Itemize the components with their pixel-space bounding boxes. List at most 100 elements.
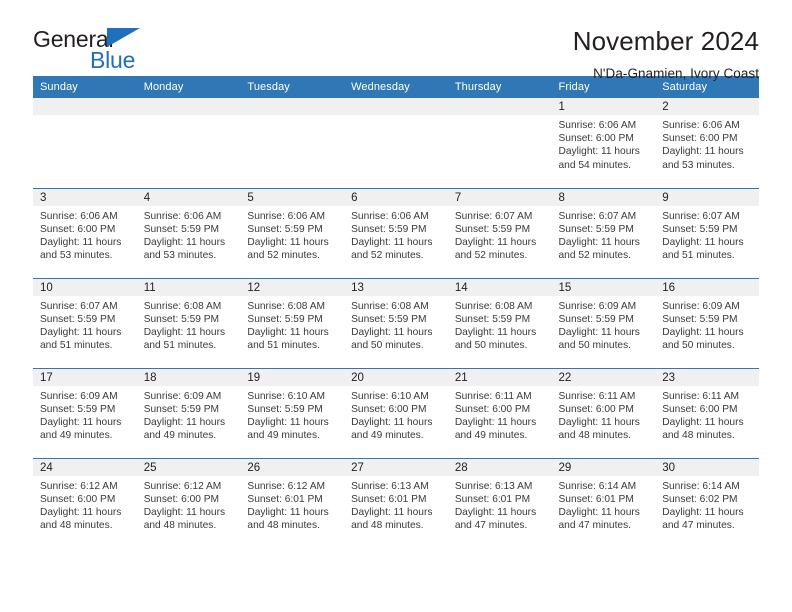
calendar-body: 1 Sunrise: 6:06 AM Sunset: 6:00 PM Daylight… [33,98,759,548]
calendar-day-cell[interactable]: 25 Sunrise: 6:12 AM Sunset: 6:00 PM Dayligh… [136,457,241,548]
calendar-day-cell[interactable]: 22 Sunrise: 6:11 AM Sunset: 6:00 PM Dayligh… [551,367,656,458]
daylight-duration-line2: and 49 minutes. [247,430,320,442]
calendar-day-cell[interactable]: 19 Sunrise: 6:10 AM Sunset: 5:59 PM Dayligh… [240,367,345,458]
calendar-day-cell[interactable]: 7 Sunrise: 6:07 AM Sunset: 5:59 PM Daylight… [447,187,552,278]
calendar-day-cell[interactable]: 12 Sunrise: 6:08 AM Sunset: 5:59 PM Dayligh… [240,277,345,368]
day-cell-inner: 30 Sunrise: 6:14 AM Sunset: 6:02 PM Dayligh… [655,458,759,549]
daylight-duration-line1: Daylight: 11 hours [351,326,433,338]
sunset-time: Sunset: 5:59 PM [662,313,738,325]
calendar-day-cell[interactable]: 27 Sunrise: 6:13 AM Sunset: 6:01 PM Dayligh… [344,457,448,548]
sunset-time: Sunset: 6:00 PM [351,403,427,415]
sunset-time: Sunset: 5:59 PM [143,313,220,325]
sunset-time: Sunset: 6:01 PM [558,493,634,505]
calendar-day-cell[interactable]: 17 Sunrise: 6:09 AM Sunset: 5:59 PM Dayligh… [33,367,137,458]
sunset-time: Sunset: 5:59 PM [454,223,531,235]
sunrise-time: Sunrise: 6:10 AM [247,390,325,402]
calendar-day-cell[interactable]: 4 Sunrise: 6:06 AM Sunset: 5:59 PM Daylight… [136,187,241,278]
calendar-day-cell[interactable]: 28 Sunrise: 6:13 AM Sunset: 6:01 PM Dayligh… [447,457,552,548]
sunset-time: Sunset: 5:59 PM [40,403,116,415]
sunset-time: Sunset: 6:00 PM [558,133,634,145]
calendar-day-cell[interactable]: 13 Sunrise: 6:08 AM Sunset: 5:59 PM Dayligh… [344,277,448,368]
sunrise-time: Sunrise: 6:11 AM [662,390,740,402]
day-cell-details: Sunrise: 6:12 AM Sunset: 6:00 PM Daylight:… [137,476,241,533]
calendar-day-cell[interactable]: 11 Sunrise: 6:08 AM Sunset: 5:59 PM Dayligh… [136,277,241,368]
daylight-duration-line1: Daylight: 11 hours [143,416,226,428]
day-number [33,98,137,115]
day-number: 21 [447,368,552,386]
daylight-duration-line2: and 49 minutes. [143,430,217,442]
calendar-day-cell[interactable]: 9 Sunrise: 6:07 AM Sunset: 5:59 PM Daylight… [655,187,759,278]
day-cell-inner: 3 Sunrise: 6:06 AM Sunset: 6:00 PM Daylight… [33,188,137,278]
calendar-day-cell[interactable]: 14 Sunrise: 6:08 AM Sunset: 5:59 PM Dayligh… [447,277,552,368]
day-cell-details: Sunrise: 6:07 AM Sunset: 5:59 PM Daylight:… [448,206,552,263]
day-cell-inner [240,98,345,188]
sunset-time: Sunset: 6:00 PM [40,493,116,505]
calendar-day-cell[interactable]: 15 Sunrise: 6:09 AM Sunset: 5:59 PM Dayligh… [551,277,656,368]
day-cell-details: Sunrise: 6:08 AM Sunset: 5:59 PM Daylight:… [240,296,344,353]
day-cell-details: Sunrise: 6:12 AM Sunset: 6:01 PM Daylight:… [240,476,344,533]
calendar-day-cell[interactable]: 16 Sunrise: 6:09 AM Sunset: 5:59 PM Dayligh… [655,277,759,368]
day-number [240,98,345,115]
calendar-day-cell[interactable]: 30 Sunrise: 6:14 AM Sunset: 6:02 PM Dayligh… [655,457,759,549]
daylight-duration-line2: and 52 minutes. [247,250,320,262]
sunset-time: Sunset: 6:01 PM [247,493,323,505]
day-cell-inner: 13 Sunrise: 6:08 AM Sunset: 5:59 PM Dayligh… [344,278,448,368]
day-cell-details: Sunrise: 6:06 AM Sunset: 5:59 PM Daylight:… [240,206,344,263]
daylight-duration-line1: Daylight: 11 hours [558,416,640,428]
daylight-duration-line1: Daylight: 11 hours [351,236,433,248]
calendar-day-cell[interactable]: 1 Sunrise: 6:06 AM Sunset: 6:00 PM Daylight… [551,98,656,188]
sunrise-time: Sunrise: 6:07 AM [454,210,533,222]
day-number: 19 [240,368,345,386]
calendar-day-cell[interactable]: 10 Sunrise: 6:07 AM Sunset: 5:59 PM Dayligh… [33,277,137,368]
day-number: 28 [447,458,552,476]
sunrise-time: Sunrise: 6:09 AM [662,300,740,312]
day-cell-inner: 29 Sunrise: 6:14 AM Sunset: 6:01 PM Dayligh… [551,458,656,549]
day-cell-details: Sunrise: 6:07 AM Sunset: 5:59 PM Daylight:… [552,206,656,263]
day-cell-details: Sunrise: 6:07 AM Sunset: 5:59 PM Daylight:… [655,206,759,263]
day-number: 13 [344,278,448,296]
sunrise-time: Sunrise: 6:07 AM [662,210,740,222]
calendar-day-cell[interactable]: 6 Sunrise: 6:06 AM Sunset: 5:59 PM Daylight… [344,187,448,278]
calendar-week-row: 24 Sunrise: 6:12 AM Sunset: 6:00 PM Dayligh… [33,457,759,549]
brand-logo[interactable]: General Blue [33,26,165,73]
day-number [136,98,241,115]
daylight-duration-line2: and 47 minutes. [558,520,632,532]
day-cell-details: Sunrise: 6:11 AM Sunset: 6:00 PM Daylight:… [552,386,656,443]
daylight-duration-line2: and 50 minutes. [662,340,735,352]
day-number [344,98,448,115]
calendar-day-cell[interactable]: 5 Sunrise: 6:06 AM Sunset: 5:59 PM Daylight… [240,187,345,278]
sunrise-time: Sunrise: 6:12 AM [40,480,118,492]
sunrise-time: Sunrise: 6:14 AM [662,480,740,492]
sunrise-time: Sunrise: 6:08 AM [143,300,222,312]
day-cell-inner: 6 Sunrise: 6:06 AM Sunset: 5:59 PM Daylight… [344,188,448,278]
calendar-day-cell[interactable]: 3 Sunrise: 6:06 AM Sunset: 6:00 PM Daylight… [33,187,137,278]
sunrise-time: Sunrise: 6:10 AM [351,390,429,402]
weekday-header-monday: Monday [136,76,241,98]
daylight-duration-line1: Daylight: 11 hours [454,236,537,248]
day-number: 3 [33,188,137,206]
sunset-time: Sunset: 6:00 PM [662,403,738,415]
day-number: 22 [551,368,656,386]
sunrise-time: Sunrise: 6:07 AM [40,300,118,312]
sunset-time: Sunset: 6:02 PM [662,493,738,505]
calendar-day-cell[interactable]: 8 Sunrise: 6:07 AM Sunset: 5:59 PM Daylight… [551,187,656,278]
calendar-day-cell[interactable]: 18 Sunrise: 6:09 AM Sunset: 5:59 PM Dayligh… [136,367,241,458]
calendar-day-cell[interactable]: 21 Sunrise: 6:11 AM Sunset: 6:00 PM Dayligh… [447,367,552,458]
calendar-day-cell[interactable]: 29 Sunrise: 6:14 AM Sunset: 6:01 PM Dayligh… [551,457,656,549]
calendar-day-cell-empty [240,98,345,188]
day-cell-inner: 23 Sunrise: 6:11 AM Sunset: 6:00 PM Dayligh… [655,368,759,458]
day-number: 20 [344,368,448,386]
daylight-duration-line1: Daylight: 11 hours [558,236,640,248]
page-title: November 2024 [572,26,759,56]
daylight-duration-line2: and 47 minutes. [454,520,528,532]
calendar-week-row: 3 Sunrise: 6:06 AM Sunset: 6:00 PM Daylight… [33,187,759,278]
sunrise-time: Sunrise: 6:07 AM [558,210,637,222]
calendar-day-cell[interactable]: 20 Sunrise: 6:10 AM Sunset: 6:00 PM Dayligh… [344,367,448,458]
calendar-day-cell[interactable]: 2 Sunrise: 6:06 AM Sunset: 6:00 PM Daylight… [655,98,759,188]
calendar-day-cell[interactable]: 26 Sunrise: 6:12 AM Sunset: 6:01 PM Dayligh… [240,457,345,548]
sunset-time: Sunset: 5:59 PM [247,223,323,235]
day-cell-inner: 7 Sunrise: 6:07 AM Sunset: 5:59 PM Daylight… [447,188,552,278]
daylight-duration-line1: Daylight: 11 hours [351,506,433,518]
calendar-day-cell[interactable]: 24 Sunrise: 6:12 AM Sunset: 6:00 PM Dayligh… [33,457,137,548]
calendar-day-cell[interactable]: 23 Sunrise: 6:11 AM Sunset: 6:00 PM Dayligh… [655,367,759,458]
